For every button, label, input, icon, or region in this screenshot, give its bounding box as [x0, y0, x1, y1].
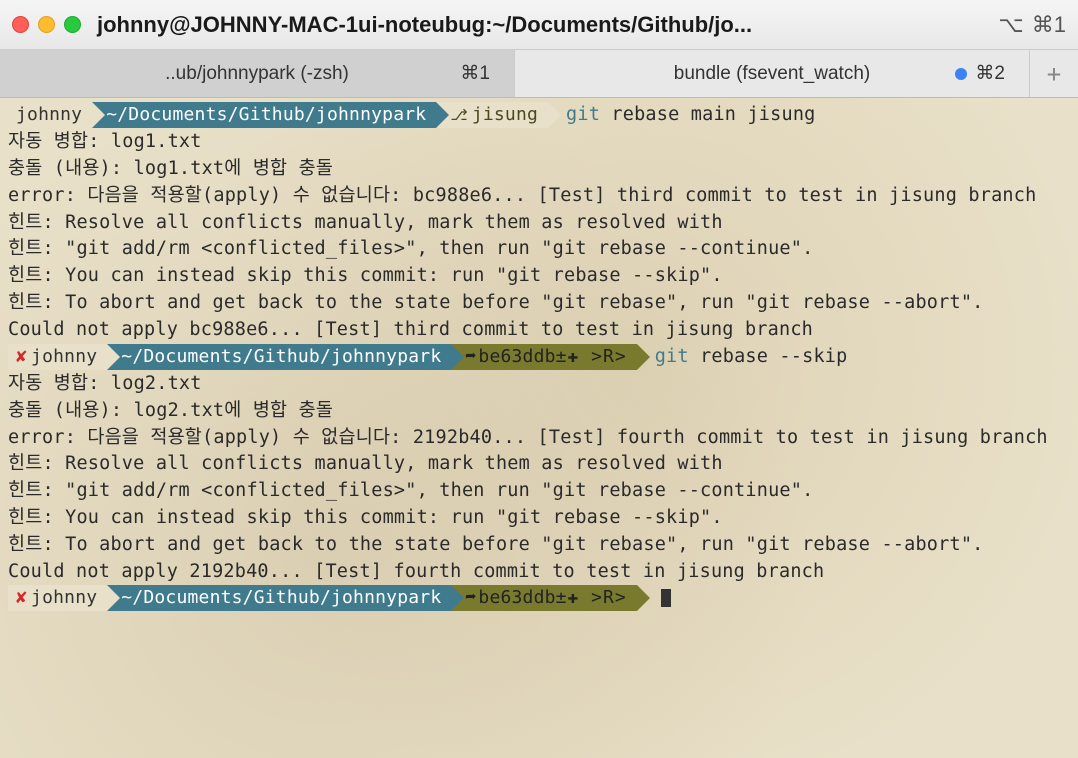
output-line: 힌트: To abort and get back to the state b… — [8, 532, 1070, 559]
prompt-line-3: ✘johnny ~/Documents/Github/johnnypark be… — [8, 585, 671, 612]
prompt-commit: be63ddb ±✚ >R> — [451, 585, 636, 611]
prompt-path: ~/Documents/Github/johnnypark — [107, 344, 451, 370]
command-1: git rebase main jisung — [548, 102, 815, 129]
error-x-icon: ✘ — [16, 344, 27, 370]
alt-icon: ⌥ — [998, 12, 1023, 38]
cmd-shortcut: ⌘1 — [1032, 12, 1066, 38]
output-line: 힌트: "git add/rm <conflicted_files>", the… — [8, 236, 1070, 263]
tab-bar: ..ub/johnnypark (-zsh) ⌘1 bundle (fseven… — [0, 50, 1078, 98]
commit-icon — [465, 344, 478, 370]
branch-icon — [450, 102, 472, 128]
cursor — [661, 589, 671, 607]
tab-2[interactable]: bundle (fsevent_watch) ⌘2 — [515, 50, 1030, 97]
tab-1[interactable]: ..ub/johnnypark (-zsh) ⌘1 — [0, 50, 515, 97]
git-status-icons: ±✚ >R> — [556, 585, 627, 611]
window-title: johnny@JOHNNY-MAC-1ui-noteubug:~/Documen… — [97, 12, 998, 38]
output-line: 힌트: To abort and get back to the state b… — [8, 290, 1070, 317]
commit-icon — [465, 585, 478, 611]
output-line: 충돌 (내용): log2.txt에 병합 충돌 — [8, 398, 1070, 425]
output-line: 힌트: "git add/rm <conflicted_files>", the… — [8, 478, 1070, 505]
zoom-button[interactable] — [64, 16, 81, 33]
prompt-commit: be63ddb ±✚ >R> — [451, 344, 636, 370]
git-status-icons: ±✚ >R> — [556, 344, 627, 370]
terminal-viewport[interactable]: johnny ~/Documents/Github/johnnypark jis… — [0, 98, 1078, 758]
output-line: 힌트: You can instead skip this commit: ru… — [8, 263, 1070, 290]
window-shortcut: ⌥ ⌘1 — [998, 12, 1066, 38]
tab-1-label: ..ub/johnnypark (-zsh) — [165, 63, 349, 85]
prompt-user: johnny — [8, 102, 92, 128]
git-keyword: git — [566, 104, 600, 125]
tab-2-dot-icon — [955, 68, 967, 80]
output-line: 힌트: Resolve all conflicts manually, mark… — [8, 451, 1070, 478]
prompt-path: ~/Documents/Github/johnnypark — [107, 585, 451, 611]
minimize-button[interactable] — [38, 16, 55, 33]
output-line: Could not apply bc988e6... [Test] third … — [8, 317, 1070, 344]
output-line: 자동 병합: log2.txt — [8, 371, 1070, 398]
traffic-lights — [12, 16, 81, 33]
output-line: 힌트: You can instead skip this commit: ru… — [8, 505, 1070, 532]
output-line: error: 다음을 적용할(apply) 수 없습니다: 2192b40...… — [8, 425, 1070, 452]
prompt-line-1: johnny ~/Documents/Github/johnnypark jis… — [8, 102, 816, 129]
git-keyword: git — [655, 346, 689, 367]
tab-1-shortcut: ⌘1 — [460, 62, 490, 85]
prompt-path: ~/Documents/Github/johnnypark — [92, 102, 436, 128]
output-line: Could not apply 2192b40... [Test] fourth… — [8, 559, 1070, 586]
error-x-icon: ✘ — [16, 585, 27, 611]
prompt-user: ✘johnny — [8, 344, 107, 370]
prompt-user: ✘johnny — [8, 585, 107, 611]
prompt-branch: jisung — [436, 102, 548, 128]
new-tab-button[interactable]: + — [1030, 50, 1078, 97]
output-line: 힌트: Resolve all conflicts manually, mark… — [8, 210, 1070, 237]
tab-2-label: bundle (fsevent_watch) — [674, 63, 870, 85]
output-line: 자동 병합: log1.txt — [8, 129, 1070, 156]
tab-2-shortcut: ⌘2 — [975, 62, 1005, 85]
close-button[interactable] — [12, 16, 29, 33]
output-line: 충돌 (내용): log1.txt에 병합 충돌 — [8, 156, 1070, 183]
window-titlebar: johnny@JOHNNY-MAC-1ui-noteubug:~/Documen… — [0, 0, 1078, 50]
command-2: git rebase --skip — [637, 344, 848, 371]
prompt-line-2: ✘johnny ~/Documents/Github/johnnypark be… — [8, 344, 847, 371]
output-line: error: 다음을 적용할(apply) 수 없습니다: bc988e6...… — [8, 183, 1070, 210]
